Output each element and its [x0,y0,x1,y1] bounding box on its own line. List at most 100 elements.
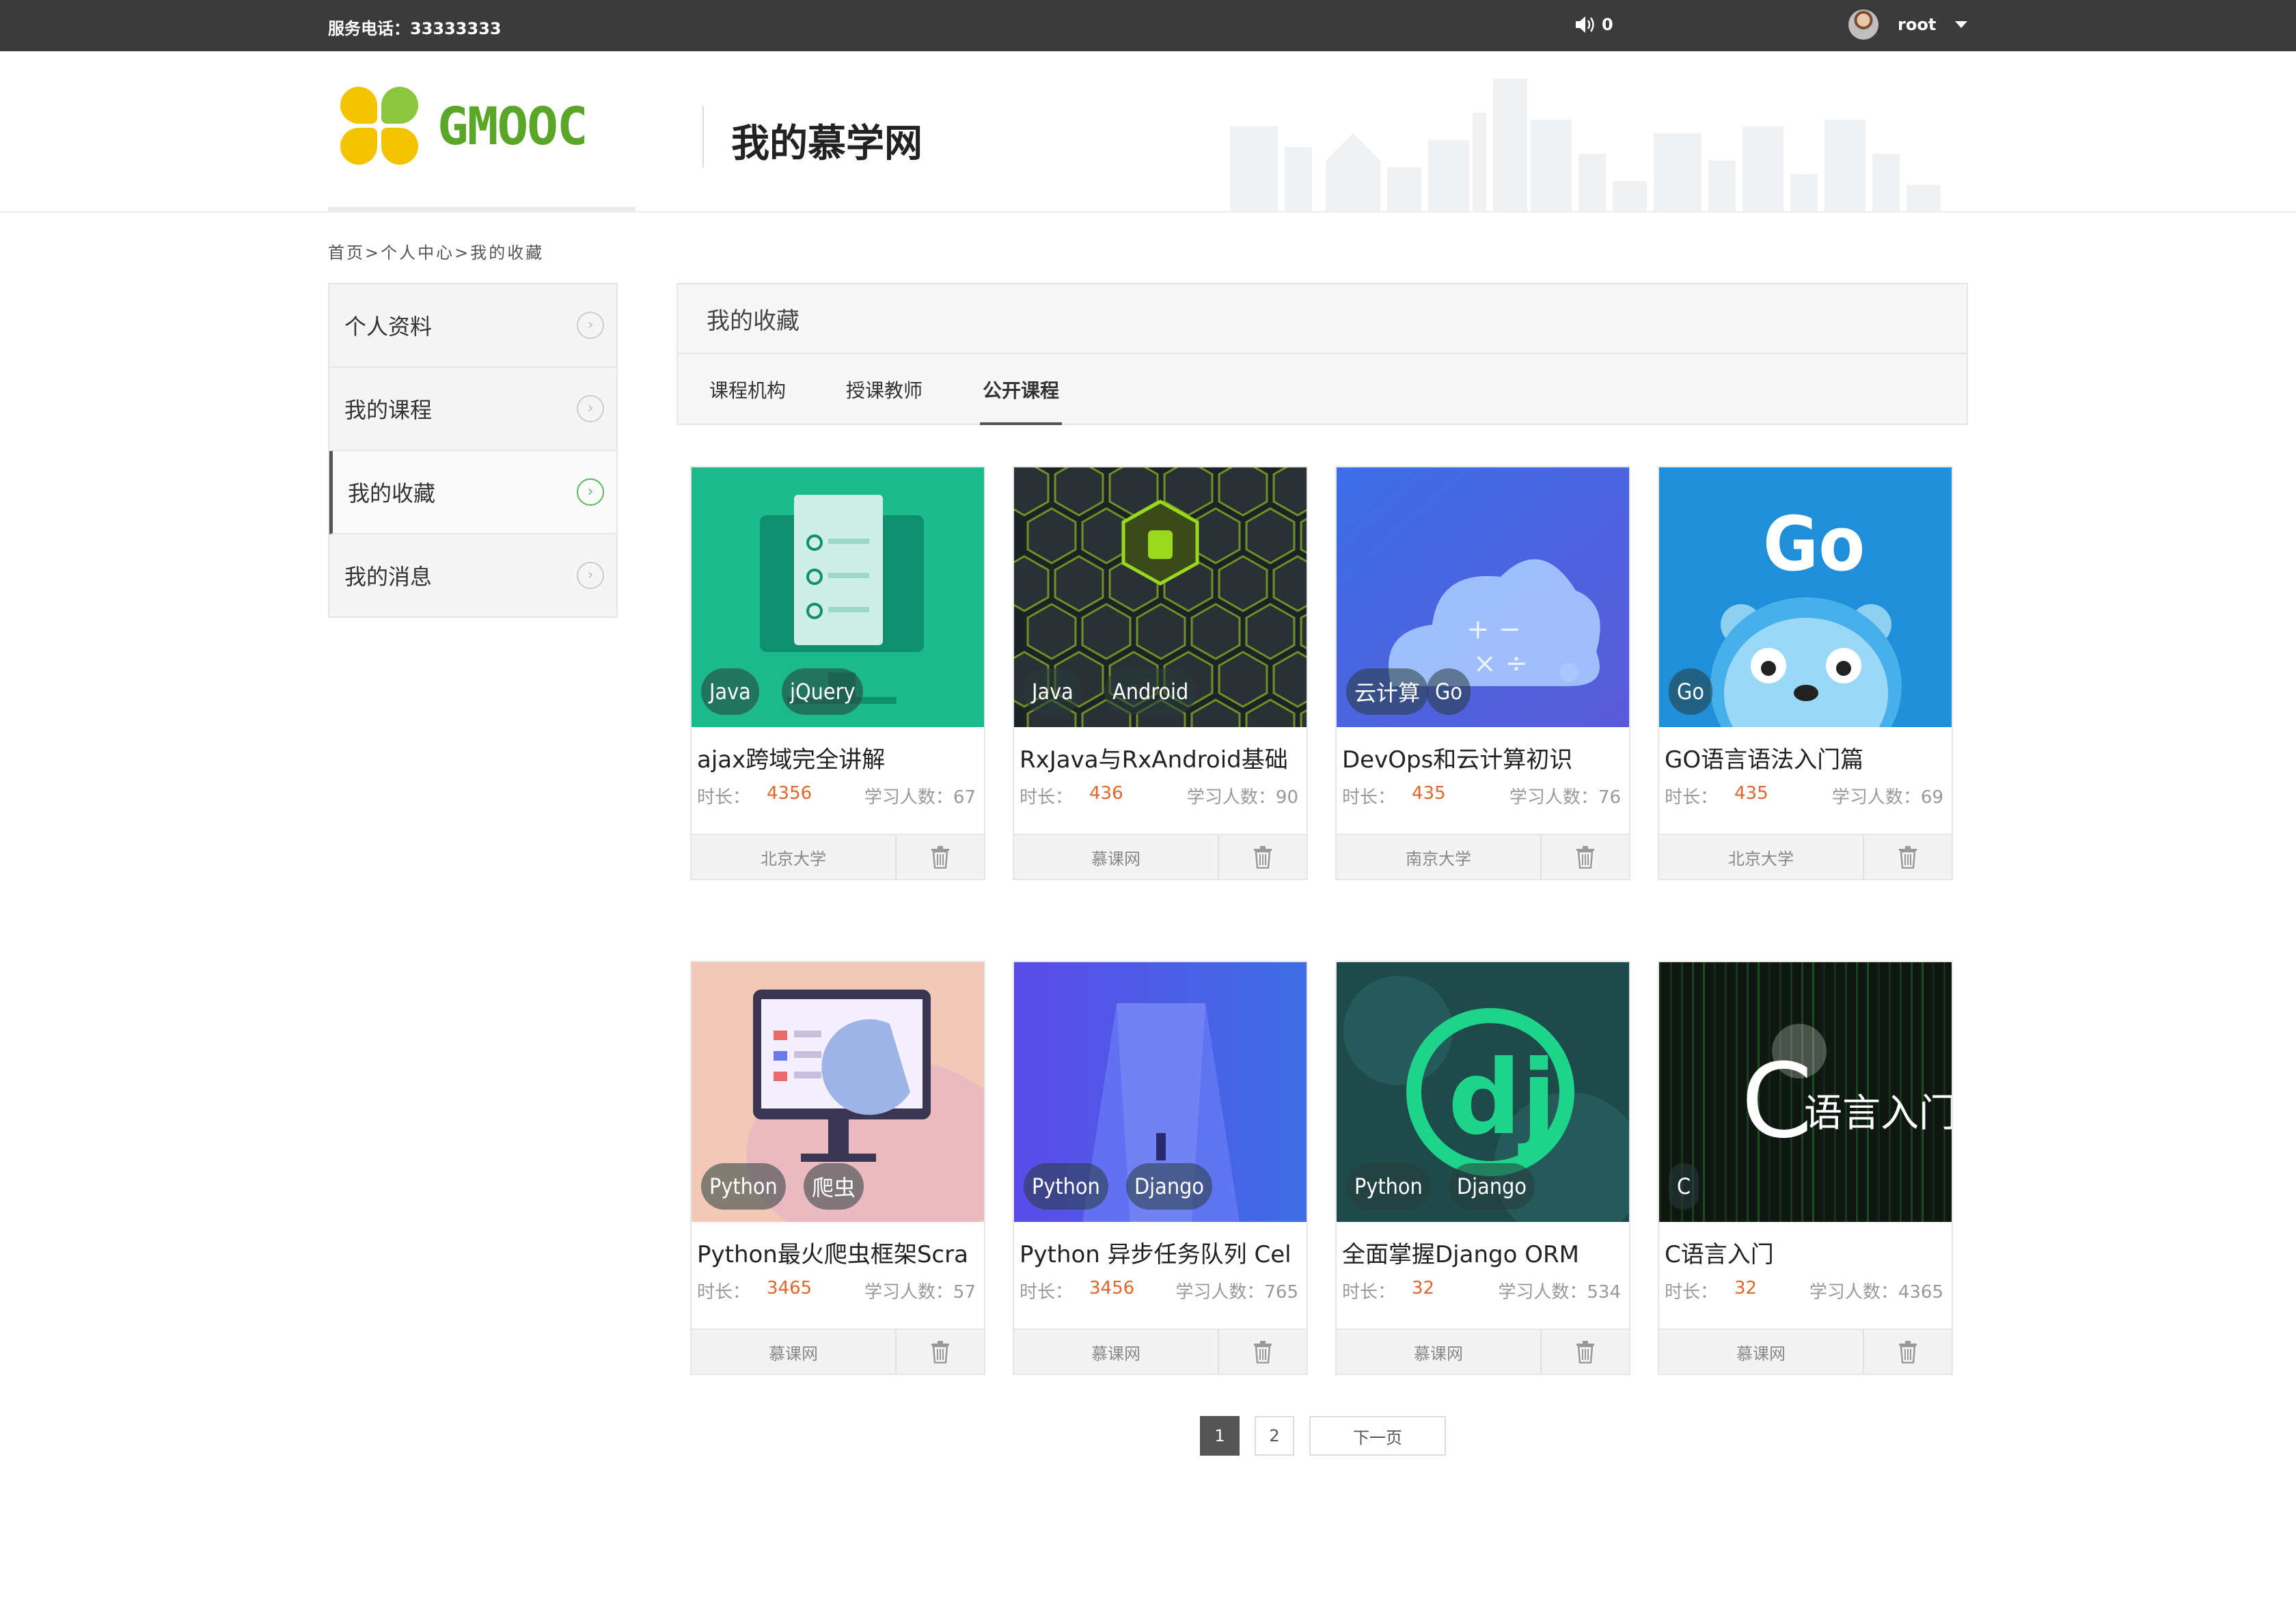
site-header: GMOOC 我的慕学网 [0,51,2296,213]
sidebar-item-profile[interactable]: 个人资料 › [329,284,616,368]
speaker-icon [1576,16,1594,33]
course-thumbnail-art: C 语言入门 [1659,962,1952,1222]
course-tag: Go [1669,668,1712,715]
sidebar-item-label: 个人资料 [344,314,433,340]
caret-down-icon [1955,21,1968,28]
course-org[interactable]: 北京大学 [1659,835,1864,879]
breadcrumb-separator: > [365,243,381,262]
tab-teachers[interactable]: 授课教师 [846,354,922,425]
duration-label: 时长： [1665,787,1719,808]
tab-courses[interactable]: 公开课程 [980,354,1063,425]
tab-organizations[interactable]: 课程机构 [709,354,786,425]
trash-icon [1899,846,1917,869]
breadcrumb-home[interactable]: 首页 [328,243,365,262]
course-thumbnail[interactable]: + − × ÷ 云计算 Go [1337,467,1629,727]
course-tag: jQuery [782,668,864,715]
user-menu[interactable]: root [1848,10,1968,40]
course-tag: Python [701,1163,786,1210]
delete-favorite-button[interactable] [1864,835,1952,879]
delete-favorite-button[interactable] [897,1330,984,1374]
sidebar-item-label: 我的收藏 [348,480,436,506]
course-card[interactable]: C 语言入门 C C 语言入门 时长： 32 学习人数：4365 慕课网 [1658,961,1953,1375]
students-info: 学习人数：4365 [1809,1278,1943,1303]
course-card[interactable]: dj Python Django 全面掌握Django ORM 时长： 32 学习人… [1335,961,1630,1375]
chevron-right-icon: › [577,562,604,589]
pagination: 1 2 下一页 [1200,1416,1446,1456]
students-label: 学习人数： [1498,1282,1587,1303]
duration-label: 时长： [1020,787,1074,808]
chevron-right-icon: › [577,395,604,422]
course-tag: Python [1024,1163,1108,1210]
sidebar-item-favorites[interactable]: 我的收藏 › [329,451,616,534]
course-tag: Go [1427,668,1471,715]
students-info: 学习人数：765 [1175,1278,1298,1303]
next-page-button[interactable]: 下一页 [1309,1416,1446,1456]
delete-favorite-button[interactable] [1219,1330,1307,1374]
header-divider [702,106,704,167]
delete-favorite-button[interactable] [1542,835,1629,879]
course-tag: Android [1104,668,1197,715]
course-org[interactable]: 慕课网 [692,1330,897,1374]
delete-favorite-button[interactable] [1219,835,1307,879]
course-org[interactable]: 慕课网 [1659,1330,1864,1374]
students-label: 学习人数： [1186,787,1276,808]
course-thumbnail[interactable]: dj Python Django [1337,962,1629,1222]
sidebar-item-my-courses[interactable]: 我的课程 › [329,368,616,451]
message-indicator[interactable]: 0 [1574,15,1613,34]
dj-text: dj [1448,1039,1557,1158]
course-title[interactable]: C语言入门 [1665,1236,1946,1269]
students-value: 69 [1920,787,1943,808]
course-org[interactable]: 慕课网 [1337,1330,1542,1374]
course-org[interactable]: 北京大学 [692,835,897,879]
course-footer: 慕课网 [692,1329,984,1374]
course-card[interactable]: Python 爬虫 Python最火爬虫框架Scra 时长： 3465 学习人数：… [690,961,985,1375]
course-thumbnail[interactable]: Python 爬虫 [692,962,984,1222]
course-tag: C [1669,1163,1699,1210]
breadcrumb-user-center[interactable]: 个人中心 [381,243,454,262]
course-card[interactable]: Java Android RxJava与RxAndroid基础 时长： 436 学… [1013,466,1308,880]
duration-value: 32 [1734,1278,1758,1298]
delete-favorite-button[interactable] [1864,1330,1952,1374]
course-thumbnail[interactable]: Java jQuery [692,467,984,727]
course-title[interactable]: 全面掌握Django ORM [1342,1236,1624,1269]
c-rest-text: 语言入门 [1804,1091,1952,1136]
course-title[interactable]: Python 异步任务队列 Cel [1020,1236,1301,1269]
course-footer: 慕课网 [1337,1329,1629,1374]
course-org[interactable]: 慕课网 [1014,835,1219,879]
logo-underline [328,207,636,211]
duration-value: 4356 [767,783,812,804]
course-org[interactable]: 慕课网 [1014,1330,1219,1374]
course-org[interactable]: 南京大学 [1337,835,1542,879]
course-thumbnail[interactable]: Python Django [1014,962,1307,1222]
site-logo[interactable]: GMOOC [339,85,588,166]
chevron-right-icon: › [577,312,604,339]
course-title[interactable]: RxJava与RxAndroid基础 [1020,741,1301,774]
course-thumbnail[interactable]: Go Go [1659,467,1952,727]
course-title[interactable]: DevOps和云计算初识 [1342,741,1624,774]
clover-logo-icon [339,85,420,166]
page-2-button[interactable]: 2 [1255,1416,1294,1456]
course-meta: 时长： 32 学习人数：534 [1342,1278,1624,1303]
course-card[interactable]: + − × ÷ 云计算 Go DevOps和云计算初识 时长： 435 学习人数：76… [1335,466,1630,880]
page-1-button[interactable]: 1 [1200,1416,1240,1456]
panel-title: 我的收藏 [678,284,1967,354]
course-thumbnail[interactable]: Java Android [1014,467,1307,727]
course-card[interactable]: Go Go GO语言语法入门篇 时长： 435 学习人数：69 北京大学 [1658,466,1953,880]
logo-text: GMOOC [437,95,588,156]
skyline-decoration [1230,79,1941,211]
course-title[interactable]: GO语言语法入门篇 [1665,741,1946,774]
course-card[interactable]: Python Django Python 异步任务队列 Cel 时长： 3456 … [1013,961,1308,1375]
trash-icon [1254,1341,1272,1363]
students-value: 765 [1264,1282,1298,1303]
course-card[interactable]: Java jQuery ajax跨域完全讲解 时长： 4356 学习人数：67 北… [690,466,985,880]
trash-icon [931,846,949,869]
trash-icon [931,1341,949,1363]
students-label: 学习人数： [1831,787,1921,808]
delete-favorite-button[interactable] [897,835,984,879]
course-thumbnail[interactable]: C 语言入门 C [1659,962,1952,1222]
sidebar-item-messages[interactable]: 我的消息 › [329,534,616,618]
course-title[interactable]: ajax跨域完全讲解 [697,741,979,774]
course-title[interactable]: Python最火爬虫框架Scra [697,1236,979,1269]
students-label: 学习人数： [1175,1282,1265,1303]
delete-favorite-button[interactable] [1542,1330,1629,1374]
